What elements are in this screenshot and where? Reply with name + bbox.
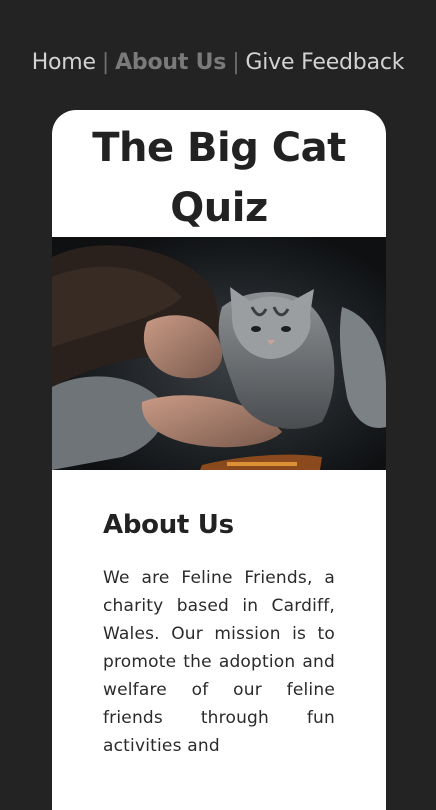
about-heading: About Us bbox=[103, 510, 234, 540]
main-card: The Big Cat Quiz About Us We are Feline … bbox=[52, 110, 386, 810]
about-text: We are Feline Friends, a charity based i… bbox=[103, 568, 335, 756]
nav-home-link[interactable]: Home bbox=[32, 50, 96, 75]
nav-separator: | bbox=[232, 50, 240, 75]
hero-image bbox=[52, 237, 386, 470]
about-section: About Us We are Feline Friends, a charit… bbox=[103, 510, 335, 760]
nav-feedback-link[interactable]: Give Feedback bbox=[245, 50, 404, 75]
page-title: The Big Cat Quiz bbox=[92, 125, 346, 231]
nav-separator: | bbox=[101, 50, 110, 75]
top-nav: Home | About Us | Give Feedback bbox=[0, 50, 436, 75]
nav-about-link[interactable]: About Us bbox=[115, 50, 226, 75]
cat-photo-illustration bbox=[52, 237, 386, 470]
